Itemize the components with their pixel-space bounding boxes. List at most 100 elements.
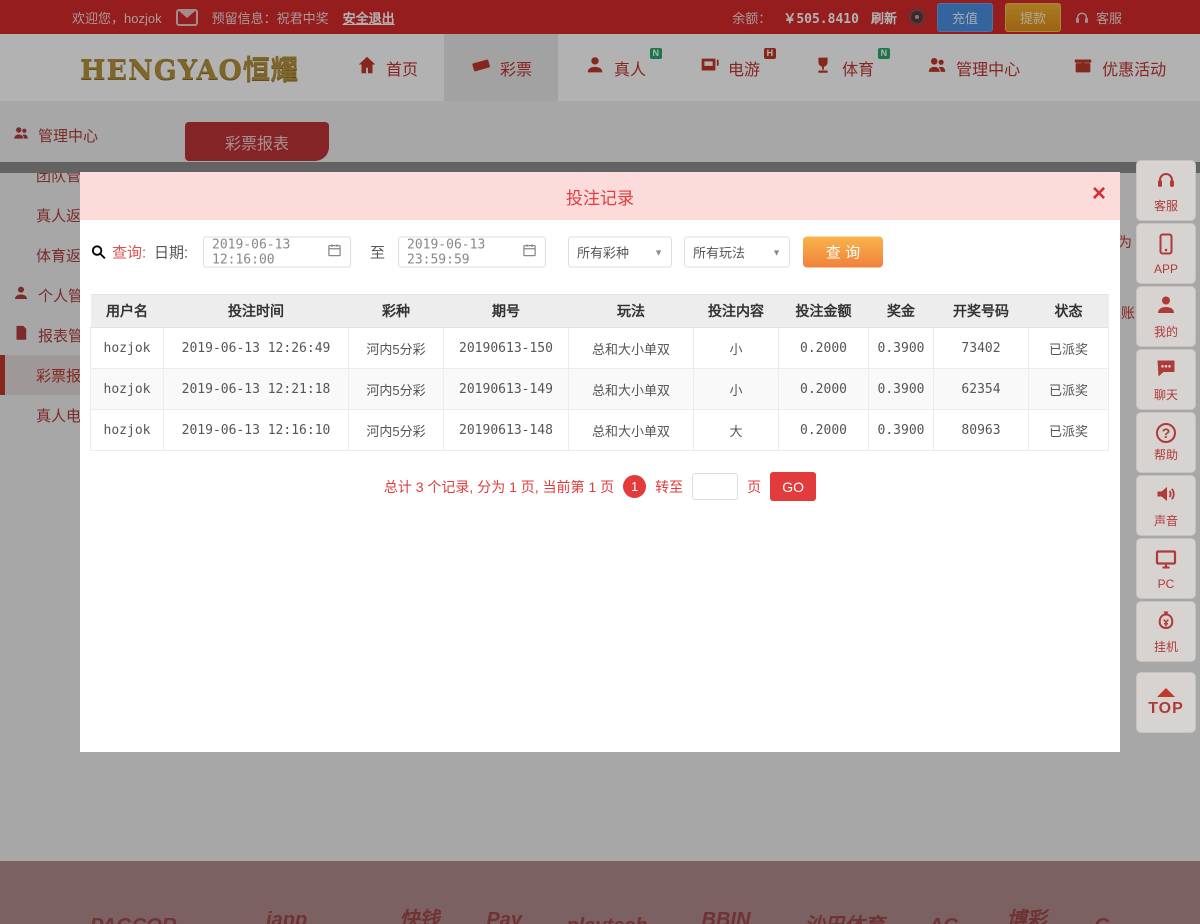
date-range-separator: 至 — [370, 242, 385, 263]
toolbar-item-label: 聊天 — [1154, 386, 1178, 403]
monitor-icon — [1154, 547, 1178, 574]
toolbar-question-button[interactable]: ? 帮助 — [1136, 412, 1196, 473]
column-header: 玩法 — [569, 295, 694, 328]
calendar-icon[interactable] — [327, 243, 342, 262]
column-header: 投注内容 — [694, 295, 779, 328]
date-from-value: 2019-06-13 12:16:00 — [212, 237, 321, 267]
table-cell: 小 — [694, 328, 779, 369]
page-number-button[interactable]: 1 — [623, 475, 646, 498]
table-cell: 80963 — [934, 410, 1029, 451]
pagination-summary: 总计 3 个记录, 分为 1 页, 当前第 1 页 — [384, 477, 614, 497]
toolbar-phone-button[interactable]: APP — [1136, 223, 1196, 284]
table-cell: 已派奖 — [1029, 410, 1109, 451]
lottery-type-select[interactable]: 所有彩种 ▼ — [568, 237, 672, 268]
date-to-input[interactable]: 2019-06-13 23:59:59 — [398, 237, 546, 268]
modal-title: 投注记录 — [566, 184, 634, 209]
modal-header: 投注记录 × — [80, 172, 1120, 220]
table-row: hozjok2019-06-13 12:26:49河内5分彩20190613-1… — [91, 328, 1109, 369]
date-from-input[interactable]: 2019-06-13 12:16:00 — [203, 237, 351, 268]
toolbar-monitor-button[interactable]: PC — [1136, 538, 1196, 599]
toolbar-top-button[interactable]: TOP — [1136, 672, 1196, 733]
table-cell: 2019-06-13 12:16:10 — [164, 410, 349, 451]
user-icon — [1154, 293, 1178, 320]
pagination: 总计 3 个记录, 分为 1 页, 当前第 1 页 1 转至 页 GO — [80, 472, 1120, 501]
toolbar-item-label: 帮助 — [1154, 446, 1178, 463]
table-cell: 0.2000 — [779, 328, 869, 369]
table-cell: 20190613-149 — [444, 369, 569, 410]
table-body: hozjok2019-06-13 12:26:49河内5分彩20190613-1… — [91, 328, 1109, 451]
search-icon — [90, 244, 107, 261]
table-row: hozjok2019-06-13 12:16:10河内5分彩20190613-1… — [91, 410, 1109, 451]
table-row: hozjok2019-06-13 12:21:18河内5分彩20190613-1… — [91, 369, 1109, 410]
chevron-down-icon: ▼ — [654, 247, 663, 257]
table-cell: hozjok — [91, 410, 164, 451]
table-cell: hozjok — [91, 369, 164, 410]
query-submit-button[interactable]: 查 询 — [803, 237, 883, 268]
toolbar-speaker-button[interactable]: 声音 — [1136, 475, 1196, 536]
table-cell: 0.2000 — [779, 410, 869, 451]
toolbar-item-label: PC — [1158, 577, 1175, 591]
table-cell: 62354 — [934, 369, 1029, 410]
table-cell: 总和大小单双 — [569, 369, 694, 410]
table-cell: 大 — [694, 410, 779, 451]
table-cell: 小 — [694, 369, 779, 410]
column-header: 用户名 — [91, 295, 164, 328]
toolbar-item-label: 声音 — [1154, 512, 1178, 529]
table-cell: hozjok — [91, 328, 164, 369]
toolbar-item-label: 挂机 — [1154, 638, 1178, 655]
table-cell: 0.3900 — [869, 410, 934, 451]
calendar-icon[interactable] — [522, 243, 537, 262]
table-cell: 20190613-148 — [444, 410, 569, 451]
chevron-down-icon: ▼ — [772, 247, 781, 257]
column-header: 投注时间 — [164, 295, 349, 328]
go-button[interactable]: GO — [770, 472, 816, 501]
goto-label: 转至 — [655, 477, 683, 497]
bet-records-table: 用户名投注时间彩种期号玩法投注内容投注金额奖金开奖号码状态 hozjok2019… — [90, 294, 1109, 451]
table-cell: 总和大小单双 — [569, 328, 694, 369]
moneybag-icon — [1154, 608, 1178, 635]
toolbar-item-label: 客服 — [1154, 197, 1178, 214]
bet-records-modal: 投注记录 × 查询: 日期: 2019-06-13 12:16:00 至 201… — [80, 172, 1120, 752]
table-cell: 0.3900 — [869, 369, 934, 410]
query-bar: 查询: 日期: 2019-06-13 12:16:00 至 2019-06-13… — [80, 230, 1120, 274]
table-cell: 0.3900 — [869, 328, 934, 369]
headset-icon — [1154, 167, 1178, 194]
table-cell: 河内5分彩 — [349, 369, 444, 410]
table-cell: 73402 — [934, 328, 1029, 369]
query-label: 查询: — [112, 242, 146, 263]
column-header: 状态 — [1029, 295, 1109, 328]
toolbar-moneybag-button[interactable]: 挂机 — [1136, 601, 1196, 662]
phone-icon — [1154, 232, 1178, 259]
table-cell: 0.2000 — [779, 369, 869, 410]
column-header: 彩种 — [349, 295, 444, 328]
column-header: 投注金额 — [779, 295, 869, 328]
speaker-icon — [1154, 482, 1178, 509]
table-cell: 2019-06-13 12:21:18 — [164, 369, 349, 410]
table-cell: 总和大小单双 — [569, 410, 694, 451]
table-header-row: 用户名投注时间彩种期号玩法投注内容投注金额奖金开奖号码状态 — [91, 295, 1109, 328]
toolbar-chat-button[interactable]: 聊天 — [1136, 349, 1196, 410]
toolbar-item-label: TOP — [1148, 700, 1184, 718]
floating-toolbar: 客服 APP 我的聊天? 帮助声音 PC 挂机 TOP — [1136, 160, 1196, 733]
toolbar-user-button[interactable]: 我的 — [1136, 286, 1196, 347]
arrow-up-icon — [1157, 688, 1175, 697]
table-cell: 已派奖 — [1029, 369, 1109, 410]
question-icon: ? — [1156, 423, 1176, 443]
close-icon[interactable]: × — [1092, 182, 1106, 206]
toolbar-item-label: 我的 — [1154, 323, 1178, 340]
table-cell: 2019-06-13 12:26:49 — [164, 328, 349, 369]
page-unit-label: 页 — [747, 477, 761, 497]
column-header: 奖金 — [869, 295, 934, 328]
table-cell: 20190613-150 — [444, 328, 569, 369]
column-header: 期号 — [444, 295, 569, 328]
toolbar-item-label: APP — [1154, 262, 1178, 276]
table-cell: 已派奖 — [1029, 328, 1109, 369]
toolbar-headset-button[interactable]: 客服 — [1136, 160, 1196, 221]
play-type-value: 所有玩法 — [693, 243, 745, 262]
table-cell: 河内5分彩 — [349, 328, 444, 369]
play-type-select[interactable]: 所有玩法 ▼ — [684, 237, 790, 268]
goto-page-input[interactable] — [692, 473, 738, 500]
column-header: 开奖号码 — [934, 295, 1029, 328]
date-to-value: 2019-06-13 23:59:59 — [407, 237, 516, 267]
chat-icon — [1154, 356, 1178, 383]
